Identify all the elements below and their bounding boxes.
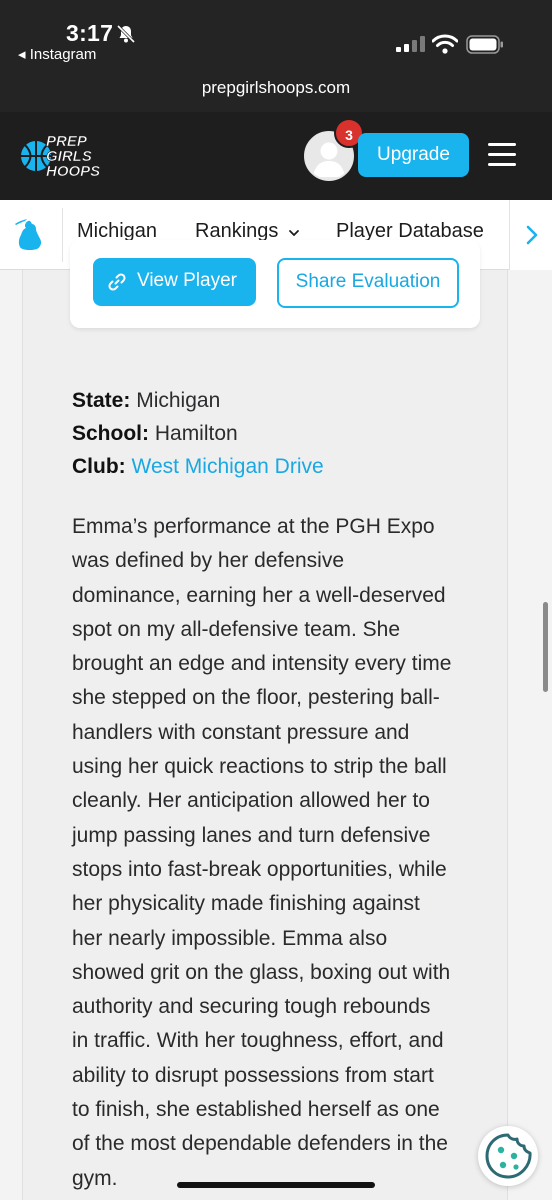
evaluation-line: her nearly impossible. Emma also xyxy=(72,926,388,950)
evaluation-line: brought an edge and intensity every time xyxy=(72,652,452,676)
prep-girls-hoops-logo[interactable]: PREP GIRLS HOOPS xyxy=(20,130,106,182)
page-scrollbar[interactable] xyxy=(543,602,548,692)
upgrade-button[interactable]: Upgrade xyxy=(358,133,469,177)
evaluation-text: Emma’s performance at the PGH Expo was d… xyxy=(72,510,492,1196)
wifi-icon xyxy=(432,34,458,54)
evaluation-line: spot on my all-defensive team. She xyxy=(72,617,401,641)
state-label: State: xyxy=(72,389,131,412)
nav-scroll-right-button[interactable] xyxy=(509,200,552,270)
evaluation-line: handlers with constant pressure and xyxy=(72,720,410,744)
evaluation-line: authority and securing tough rebounds xyxy=(72,995,431,1019)
evaluation-line: she stepped on the floor, pestering ball… xyxy=(72,686,440,710)
chevron-right-icon xyxy=(526,225,538,245)
state-value: Michigan xyxy=(136,389,221,412)
hamburger-menu-icon[interactable] xyxy=(488,143,516,167)
school-value: Hamilton xyxy=(154,422,238,445)
evaluation-line: jump passing lanes and turn defensive xyxy=(72,823,431,847)
cookie-icon xyxy=(485,1133,532,1179)
club-link[interactable]: West Michigan Drive xyxy=(132,455,324,478)
status-time: 3:17 xyxy=(66,20,114,46)
evaluation-line: dominance, earning her a well-deserved xyxy=(72,583,446,607)
home-indicator[interactable] xyxy=(177,1182,375,1188)
evaluation-line: in traffic. With her toughness, effort, … xyxy=(72,1029,444,1053)
link-icon xyxy=(108,273,126,291)
cookie-settings-button[interactable] xyxy=(478,1126,538,1186)
view-player-button[interactable]: View Player xyxy=(93,258,256,306)
club-label: Club: xyxy=(72,455,126,478)
evaluation-line: to finish, she established herself as on… xyxy=(72,1098,440,1122)
evaluation-line: of the most dependable defenders in the xyxy=(72,1132,448,1156)
evaluation-line: was defined by her defensive xyxy=(72,549,345,573)
evaluation-line: ability to disrupt possessions from star… xyxy=(72,1063,434,1087)
evaluation-line: cleanly. Her anticipation allowed her to xyxy=(72,789,430,813)
back-to-instagram-link[interactable]: ◂ Instagram xyxy=(18,45,96,63)
evaluation-line: stops into fast-break opportunities, whi… xyxy=(72,857,447,881)
evaluation-line: showed grit on the glass, boxing out wit… xyxy=(72,960,451,984)
evaluation-line: her physicality made finishing against xyxy=(72,892,420,916)
club-row: Club: West Michigan Drive xyxy=(72,455,324,479)
evaluation-line: gym. xyxy=(72,1166,118,1190)
evaluation-line: Emma’s performance at the PGH Expo xyxy=(72,515,435,538)
school-label: School: xyxy=(72,422,149,445)
view-player-label: View Player xyxy=(137,270,237,291)
chevron-down-icon xyxy=(289,230,299,237)
battery-icon xyxy=(466,35,503,54)
nav-divider xyxy=(62,208,63,262)
share-evaluation-button[interactable]: Share Evaluation xyxy=(277,258,459,308)
school-row: School: Hamilton xyxy=(72,422,238,446)
bell-off-icon xyxy=(116,24,136,44)
evaluation-line: using her quick reactions to strip the b… xyxy=(72,755,447,779)
cellular-signal-icon xyxy=(396,36,425,52)
state-row: State: Michigan xyxy=(72,389,220,413)
address-bar-url[interactable]: prepgirlshoops.com xyxy=(0,78,552,98)
michigan-state-icon[interactable] xyxy=(12,216,50,254)
svg-text:HOOPS: HOOPS xyxy=(46,163,100,180)
